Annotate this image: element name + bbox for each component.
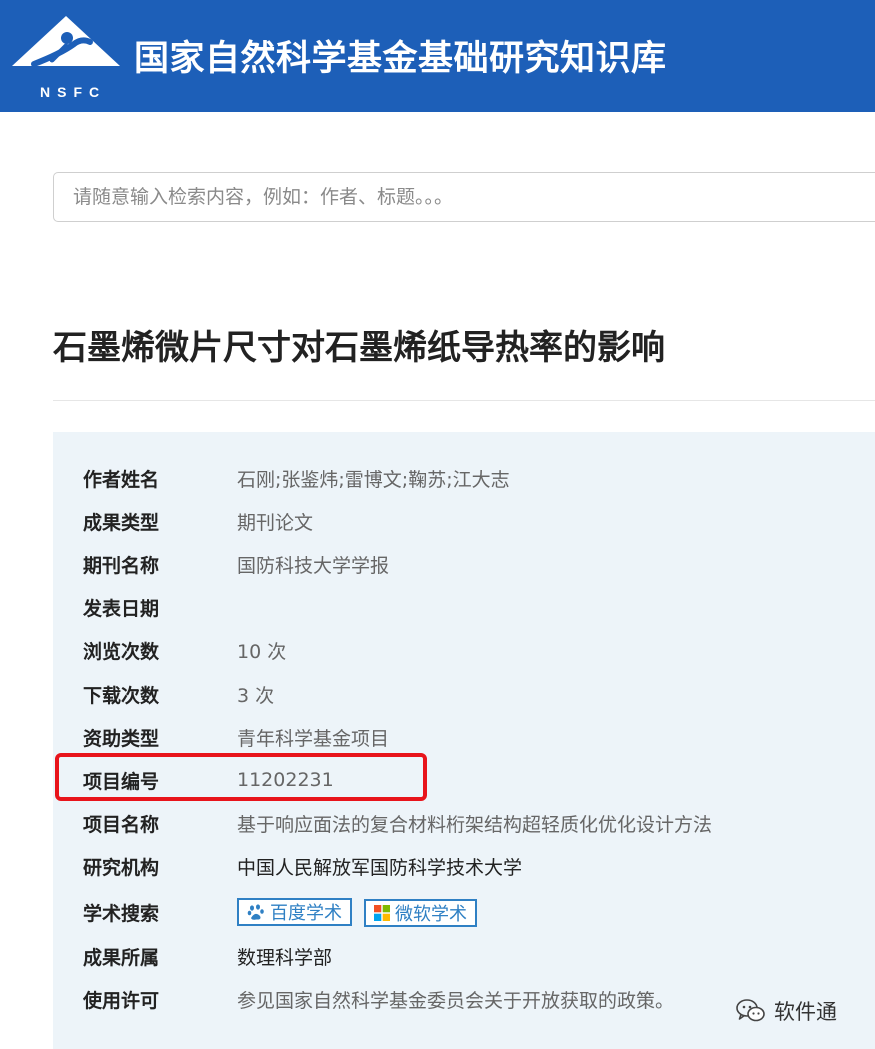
detail-value-funding-type: 青年科学基金项目 (237, 727, 390, 750)
detail-label: 研究机构 (83, 856, 160, 879)
page-title: 石墨烯微片尺寸对石墨烯纸导热率的影响 (53, 328, 665, 368)
detail-row-result-type: 成果类型 期刊论文 (83, 509, 314, 534)
wechat-icon (736, 999, 765, 1022)
baidu-scholar-label: 百度学术 (270, 902, 342, 924)
detail-value-downloads: 3 次 (237, 684, 275, 707)
details-panel: 作者姓名 石刚;张鉴炜;雷博文;鞠苏;江大志 成果类型 期刊论文 期刊名称 国防… (53, 432, 875, 1049)
detail-row-license: 使用许可 参见国家自然科学基金委员会关于开放获取的政策。 (83, 987, 675, 1012)
watermark: 软件通 (736, 996, 837, 1026)
highlight-box (55, 753, 427, 801)
search-box[interactable] (53, 172, 875, 222)
detail-label: 资助类型 (83, 727, 160, 750)
microsoft-windows-icon (374, 904, 391, 921)
detail-value-journal: 国防科技大学学报 (237, 554, 390, 577)
detail-row-downloads: 下载次数 3 次 (83, 682, 275, 707)
detail-label: 发表日期 (83, 597, 160, 620)
detail-label: 下载次数 (83, 684, 160, 707)
detail-label: 项目名称 (83, 813, 160, 836)
detail-row-authors: 作者姓名 石刚;张鉴炜;雷博文;鞠苏;江大志 (83, 466, 510, 491)
baidu-paw-icon (247, 903, 264, 920)
detail-value-institution: 中国人民解放军国防科学技术大学 (237, 856, 523, 879)
detail-value-authors: 石刚;张鉴炜;雷博文;鞠苏;江大志 (237, 468, 510, 491)
watermark-text: 软件通 (774, 1000, 837, 1024)
detail-label: 作者姓名 (83, 468, 160, 491)
detail-label: 学术搜索 (83, 902, 160, 925)
detail-value-result-type: 期刊论文 (237, 511, 314, 534)
divider (53, 400, 875, 401)
baidu-scholar-button[interactable]: 百度学术 (237, 897, 352, 926)
detail-label: 浏览次数 (83, 640, 160, 663)
detail-value-department: 数理科学部 (237, 946, 333, 969)
detail-row-institution: 研究机构 中国人民解放军国防科学技术大学 (83, 854, 523, 879)
site-header: NSFC 国家自然科学基金基础研究知识库 (0, 0, 875, 112)
detail-row-publish-date: 发表日期 (83, 595, 237, 620)
detail-value-academic-search: 百度学术 微软学术 (237, 897, 483, 927)
microsoft-academic-button[interactable]: 微软学术 (364, 898, 478, 927)
detail-value-license: 参见国家自然科学基金委员会关于开放获取的政策。 (237, 989, 675, 1012)
detail-row-journal: 期刊名称 国防科技大学学报 (83, 552, 390, 577)
search-input[interactable] (54, 173, 875, 221)
detail-label: 成果类型 (83, 511, 160, 534)
site-title[interactable]: 国家自然科学基金基础研究知识库 (134, 30, 667, 81)
logo-text: NSFC (40, 84, 107, 100)
nsfc-logo[interactable]: NSFC (8, 12, 124, 100)
detail-row-department: 成果所属 数理科学部 (83, 944, 333, 969)
detail-row-views: 浏览次数 10 次 (83, 638, 287, 663)
detail-value-views: 10 次 (237, 640, 287, 663)
detail-label: 使用许可 (83, 989, 160, 1012)
detail-row-funding-type: 资助类型 青年科学基金项目 (83, 725, 390, 750)
detail-label: 期刊名称 (83, 554, 160, 577)
detail-value-project-name: 基于响应面法的复合材料桁架结构超轻质化优化设计方法 (237, 813, 713, 836)
detail-row-project-name: 项目名称 基于响应面法的复合材料桁架结构超轻质化优化设计方法 (83, 811, 713, 836)
detail-label: 成果所属 (83, 946, 160, 969)
detail-row-academic-search: 学术搜索 百度学术 微软学术 (83, 897, 483, 927)
microsoft-academic-label: 微软学术 (395, 903, 468, 925)
